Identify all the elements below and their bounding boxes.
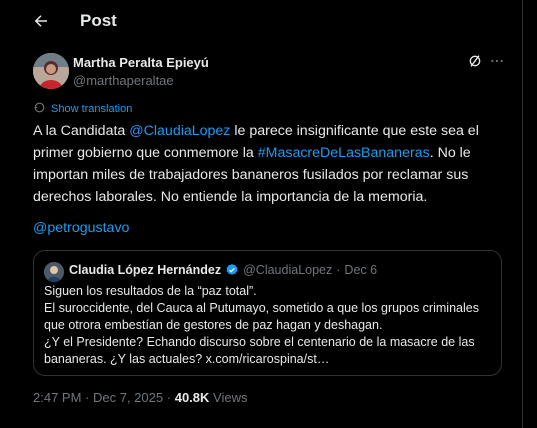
quoted-post[interactable]: Claudia López Hernández @ClaudiaLopez · … xyxy=(33,250,502,376)
post-page: Post Martha Peralta Epieyú @marthaperalt… xyxy=(0,0,523,428)
post-text-segment: A la Candidata xyxy=(33,123,130,139)
author-handle[interactable]: @marthaperaltae xyxy=(73,73,174,88)
post-text-line: importan miles de trabajadores bananeros… xyxy=(33,164,513,186)
mention-link[interactable]: @ClaudiaLopez xyxy=(129,123,230,139)
quoted-text-line: bananeras. ¿Y las actuales? x.com/ricaro… xyxy=(44,352,330,366)
meta-separator: · xyxy=(85,390,90,405)
quoted-date[interactable]: Dec 6 xyxy=(344,263,377,277)
quoted-separator: · xyxy=(336,263,341,277)
scrollbar-track[interactable] xyxy=(523,0,537,428)
post-text-line: derechos laborales. No entiende la impor… xyxy=(33,186,513,208)
more-options-button[interactable] xyxy=(488,54,506,72)
quoted-author-handle[interactable]: @ClaudiaLopez xyxy=(243,263,332,277)
quoted-header: Claudia López Hernández @ClaudiaLopez · … xyxy=(69,263,377,277)
quoted-text: Siguen los resultados de la “paz total”.… xyxy=(44,283,494,368)
views-count: 40.8K xyxy=(174,390,210,405)
post-meta: 2:47 PM · Dec 7, 2025 · 40.8K Views xyxy=(33,390,248,405)
more-dots-icon xyxy=(489,53,505,74)
post-text-segment: . No le xyxy=(429,145,471,161)
post-date[interactable]: Dec 7, 2025 xyxy=(93,390,163,405)
author-name[interactable]: Martha Peralta Epieyú xyxy=(73,55,209,70)
views-label: Views xyxy=(213,390,248,405)
back-button[interactable] xyxy=(26,8,56,38)
quoted-text-line: Siguen los resultados de la “paz total”. xyxy=(44,284,257,298)
post-text-line: A la Candidata @ClaudiaLopez le parece i… xyxy=(33,120,513,142)
show-translation-link[interactable]: Show translation xyxy=(33,101,132,117)
post-text-segment: le parece insignificante que este sea el xyxy=(230,123,479,139)
arrow-left-icon xyxy=(32,12,50,35)
mention-link[interactable]: @petrogustavo xyxy=(33,220,129,236)
quoted-text-line: ¿Y el Presidente? Echando discurso sobre… xyxy=(44,335,475,349)
post-time[interactable]: 2:47 PM xyxy=(33,390,81,405)
post-text-segment: derechos laborales. No entiende la impor… xyxy=(33,189,428,205)
quoted-author-avatar[interactable] xyxy=(44,262,64,282)
post-text: A la Candidata @ClaudiaLopez le parece i… xyxy=(33,120,513,208)
post-text-segment: primer gobierno que conmemore la xyxy=(33,145,258,161)
quoted-author-name[interactable]: Claudia López Hernández xyxy=(69,263,221,277)
quoted-text-line: que otrora embestían de gestores de paz … xyxy=(44,318,383,332)
page-header: Post xyxy=(0,0,522,44)
post-text-segment: importan miles de trabajadores bananeros… xyxy=(33,167,469,183)
meta-separator: · xyxy=(166,390,172,405)
verified-badge-icon xyxy=(225,263,239,277)
hashtag-link[interactable]: #MasacreDeLasBananeras xyxy=(258,145,430,161)
show-translation-label: Show translation xyxy=(51,103,133,115)
grok-icon xyxy=(467,53,483,74)
author-avatar[interactable] xyxy=(33,53,69,89)
page-title: Post xyxy=(80,11,117,30)
grok-button[interactable] xyxy=(466,54,484,72)
translate-icon xyxy=(33,101,46,117)
post-text-line: primer gobierno que conmemore la #Masacr… xyxy=(33,142,513,164)
quoted-text-line: El suroccidente, del Cauca al Putumayo, … xyxy=(44,301,479,315)
